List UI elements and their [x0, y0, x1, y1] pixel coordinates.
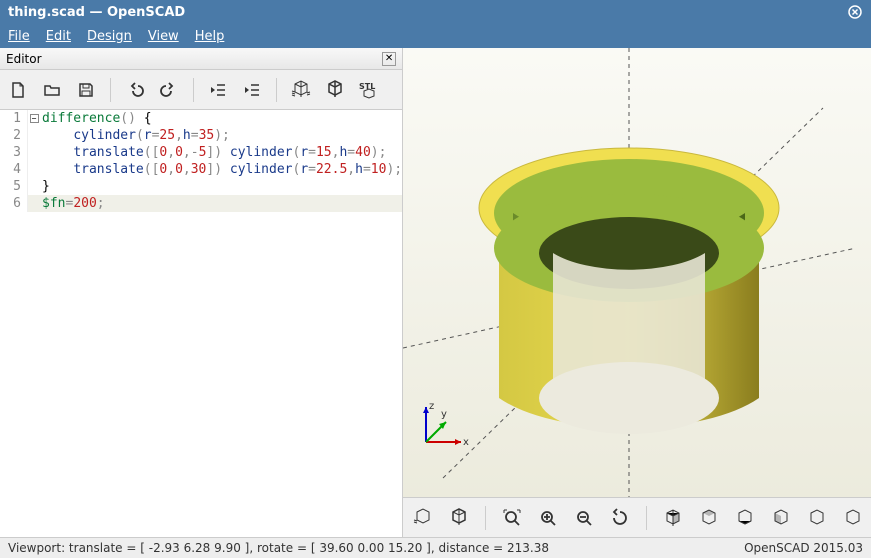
viewer-panel: x z y — [403, 48, 871, 537]
menu-view[interactable]: View — [148, 29, 179, 44]
svg-text:x: x — [463, 437, 469, 448]
menu-help[interactable]: Help — [195, 29, 225, 44]
line-number: 5 — [0, 178, 28, 195]
front-view-icon[interactable] — [805, 506, 829, 530]
editor-toolbar: STL — [0, 70, 402, 110]
line-number: 4 — [0, 161, 28, 178]
preview-icon[interactable] — [411, 506, 435, 530]
reset-view-icon[interactable] — [608, 506, 632, 530]
line-number: 3 — [0, 144, 28, 161]
version-label: OpenSCAD 2015.03 — [744, 541, 863, 555]
line-number: 2 — [0, 127, 28, 144]
line-number: 6 — [0, 195, 28, 212]
zoom-in-icon[interactable] — [536, 506, 560, 530]
render-icon[interactable] — [323, 78, 347, 102]
menu-file[interactable]: File — [8, 29, 30, 44]
left-view-icon[interactable] — [769, 506, 793, 530]
viewer-toolbar — [403, 497, 871, 537]
3d-viewport[interactable]: x z y — [403, 48, 871, 497]
close-icon[interactable] — [847, 4, 863, 20]
svg-text:y: y — [441, 409, 447, 420]
axes-gizmo: x z y — [411, 397, 471, 457]
zoom-out-icon[interactable] — [572, 506, 596, 530]
editor-title: Editor — [6, 52, 382, 66]
view-all-icon[interactable] — [500, 506, 524, 530]
redo-icon[interactable] — [157, 78, 181, 102]
new-icon[interactable] — [6, 78, 30, 102]
editor-close-icon[interactable]: ✕ — [382, 52, 396, 66]
code-editor[interactable]: 1−difference() { 2 cylinder(r=25,h=35); … — [0, 110, 402, 537]
right-view-icon[interactable] — [661, 506, 685, 530]
unindent-icon[interactable] — [206, 78, 230, 102]
svg-text:z: z — [429, 401, 434, 412]
fold-icon[interactable]: − — [30, 114, 39, 123]
editor-panel: Editor ✕ STL 1−difference() { 2 cylinder… — [0, 48, 403, 537]
indent-icon[interactable] — [240, 78, 264, 102]
back-view-icon[interactable] — [841, 506, 865, 530]
save-icon[interactable] — [74, 78, 98, 102]
viewport-status: Viewport: translate = [ -2.93 6.28 9.90 … — [8, 541, 744, 555]
preview-icon[interactable] — [289, 78, 313, 102]
editor-header: Editor ✕ — [0, 48, 402, 70]
bottom-view-icon[interactable] — [733, 506, 757, 530]
stl-icon[interactable]: STL — [357, 78, 381, 102]
statusbar: Viewport: translate = [ -2.93 6.28 9.90 … — [0, 537, 871, 558]
window-title: thing.scad — OpenSCAD — [8, 5, 847, 20]
titlebar: thing.scad — OpenSCAD — [0, 0, 871, 24]
open-icon[interactable] — [40, 78, 64, 102]
menubar: File Edit Design View Help — [0, 24, 871, 48]
line-number: 1 — [0, 110, 28, 127]
top-view-icon[interactable] — [697, 506, 721, 530]
menu-edit[interactable]: Edit — [46, 29, 71, 44]
undo-icon[interactable] — [123, 78, 147, 102]
menu-design[interactable]: Design — [87, 29, 132, 44]
render-icon[interactable] — [447, 506, 471, 530]
